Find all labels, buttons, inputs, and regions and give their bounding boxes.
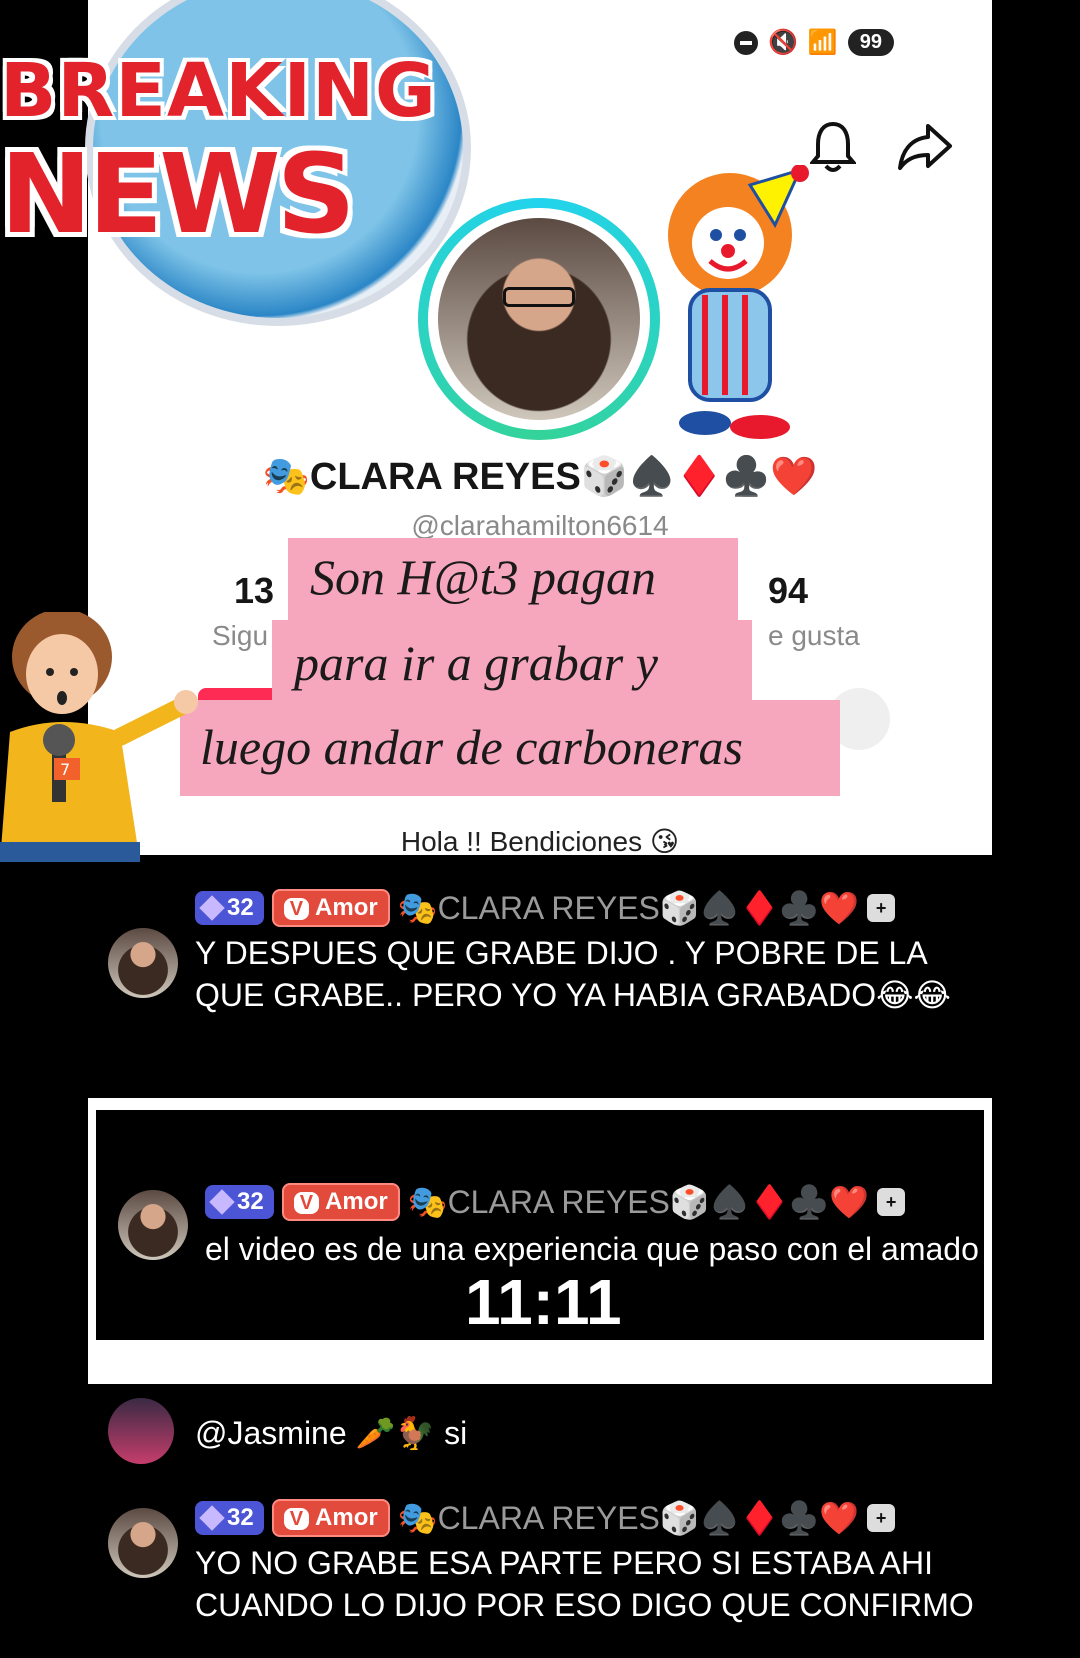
caption-line-2-box: para ir a grabar y [272, 620, 752, 712]
reporter-sticker: 7 [0, 612, 198, 862]
comment-item: 32 V Amor 🎭CLARA REYES🎲♠️♦️♣️❤️ + Y DESPU… [100, 888, 1000, 1058]
comment-item: 32 V Amor 🎭CLARA REYES🎲♠️♦️♣️❤️ + YO NO G… [100, 1498, 1000, 1658]
caption-line-1-box: Son H@t3 pagan [288, 538, 738, 628]
level-badge: 32 [195, 1501, 264, 1535]
commenter-avatar[interactable] [108, 928, 178, 998]
time-overlay: 11:11 [465, 1266, 622, 1338]
gem-icon [209, 1189, 235, 1215]
user-add-icon[interactable]: + [867, 894, 896, 922]
comment-author[interactable]: 🎭CLARA REYES🎲♠️♦️♣️❤️ [398, 1499, 859, 1537]
wifi-icon: 📶 [807, 29, 838, 56]
do-not-disturb-icon [733, 30, 758, 55]
user-add-icon[interactable]: + [867, 1504, 896, 1532]
comment-text: el video es de una experiencia que paso … [205, 1231, 979, 1267]
mute-icon: 🔇 [767, 29, 798, 56]
profile-bio: Hola !! Bendiciones 😘 [400, 826, 680, 857]
profile-name: 🎭CLARA REYES🎲♠️♦️♣️❤️ [262, 456, 818, 498]
commenter-avatar[interactable] [108, 1508, 178, 1578]
caption-line-3: luego andar de carboneras [200, 719, 743, 775]
level-badge: 32 [205, 1185, 274, 1219]
profile-avatar[interactable] [438, 218, 640, 420]
following-stat[interactable]: 13 Sigu [212, 570, 275, 652]
comment-text: @Jasmine 🥕🐓 si [195, 1415, 468, 1451]
comment-item: @Jasmine 🥕🐓 si [100, 1398, 1000, 1478]
caption-line-3-box: luego andar de carboneras [180, 700, 840, 796]
news-label: NEWS [0, 130, 356, 258]
breaking-label: BREAKING [0, 48, 437, 134]
gem-icon [199, 895, 225, 921]
fan-badge: V Amor [281, 1183, 400, 1221]
comment-text: Y DESPUES QUE GRABE DIJO . Y POBRE DE LA… [195, 935, 951, 1013]
likes-stat[interactable]: 94 e gusta [768, 570, 860, 652]
comment-badges: 32 V Amor 🎭CLARA REYES🎲♠️♦️♣️❤️ + [205, 1182, 906, 1222]
svg-text:7: 7 [60, 760, 70, 779]
battery-indicator: 99 [847, 29, 894, 56]
comment-author[interactable]: 🎭CLARA REYES🎲♠️♦️♣️❤️ [408, 1183, 869, 1221]
fan-badge: V Amor [271, 1499, 390, 1537]
caption-line-1: Son H@t3 pagan [310, 549, 656, 605]
comment-author[interactable]: 🎭CLARA REYES🎲♠️♦️♣️❤️ [398, 889, 859, 927]
following-count: 13 [234, 570, 275, 611]
share-icon[interactable] [896, 122, 954, 172]
following-label: Sigu [212, 620, 269, 651]
commenter-avatar[interactable] [108, 1398, 174, 1464]
likes-count: 94 [768, 570, 809, 611]
user-add-icon[interactable]: + [877, 1188, 906, 1216]
likes-label: e gusta [768, 620, 860, 651]
clown-sticker [668, 165, 809, 439]
caption-line-2: para ir a grabar y [294, 635, 658, 691]
glasses-detail [502, 286, 576, 307]
status-bar: 🔇 📶 99 [733, 28, 894, 57]
comment-badges: 32 V Amor 🎭CLARA REYES🎲♠️♦️♣️❤️ + [195, 1498, 896, 1538]
fan-badge: V Amor [271, 889, 390, 927]
level-badge: 32 [195, 891, 264, 925]
comment-badges: 32 V Amor 🎭CLARA REYES🎲♠️♦️♣️❤️ + [195, 888, 896, 928]
comment-text: YO NO GRABE ESA PARTE PERO SI ESTABA AHI… [195, 1545, 974, 1623]
gem-icon [199, 1505, 225, 1531]
commenter-avatar[interactable] [118, 1190, 188, 1260]
